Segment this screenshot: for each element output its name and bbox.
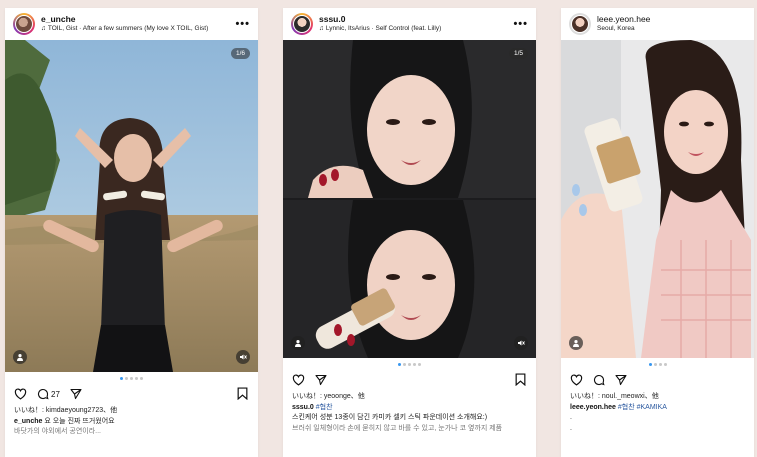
carousel-dot [130,376,133,380]
post-photo [5,40,258,372]
carousel-dot [403,362,406,366]
carousel-dot [648,362,652,366]
like-button[interactable] [292,374,305,386]
heart-icon [14,388,27,400]
action-bar [561,370,754,390]
caption-username[interactable]: sssu.0 [292,404,314,411]
username[interactable]: leee.yeon.hee [597,15,650,25]
post-photo [283,40,536,358]
carousel-dot [125,376,128,380]
like-button[interactable] [570,374,583,386]
carousel-dot [398,362,401,366]
post-header: e_unche ♫ TOIL, Gist · After a few summe… [5,8,258,40]
caption: いいね！: noul._meowxi、他 leee.yeon.hee #협찬 #… [561,390,754,434]
post-card-3: leee.yeon.hee Seoul, Korea いいね！: noul._m… [561,8,754,457]
carousel-dot [408,362,411,366]
carousel-dot [658,362,662,366]
username[interactable]: e_unche [41,15,208,25]
carousel-dot [663,362,667,366]
comment-button[interactable]: 27 [37,388,60,400]
mute-icon[interactable] [514,336,528,350]
comment-count: 27 [51,389,60,399]
carousel-dot [413,362,416,366]
save-button[interactable] [515,373,526,391]
music-note-icon: ♫ [41,25,46,33]
more-options-icon[interactable]: ••• [513,18,528,30]
bookmark-icon [515,373,526,387]
location[interactable]: Seoul, Korea [597,25,650,32]
save-button[interactable] [237,387,248,405]
carousel-dot [120,376,123,380]
action-bar [283,370,536,390]
comment-icon [37,388,49,400]
caption: いいね！: yeoonge、他 sssu.0 #협찬 스킨케어 성분 13종이 … [283,390,536,434]
caption-dot: . [570,424,572,432]
post-media[interactable]: 1/5 [283,40,536,358]
caption-username[interactable]: e_unche [14,418,42,425]
tagged-user-icon[interactable] [291,336,305,350]
carousel-dots [5,372,258,384]
liked-by[interactable]: いいね！: yeoonge、他 [292,392,527,403]
carousel-dots [561,358,754,370]
music-info[interactable]: Lynnic, ItsArius · Self Control (feat. L… [326,25,441,32]
carousel-dot [135,376,138,380]
bookmark-icon [237,387,248,401]
post-card-1: e_unche ♫ TOIL, Gist · After a few summe… [5,8,258,457]
music-info[interactable]: TOIL, Gist · After a few summers (My lov… [48,25,208,32]
send-icon [70,388,82,400]
liked-by[interactable]: いいね！: kimdaeyoung2723、他 [14,406,249,417]
carousel-dot [140,376,143,380]
like-button[interactable] [14,388,27,400]
caption: いいね！: kimdaeyoung2723、他 e_unche 요 오늘 진짜 … [5,404,258,438]
comment-icon [593,374,605,386]
tagged-user-icon[interactable] [13,350,27,364]
heart-icon [570,374,583,386]
post-media[interactable] [561,40,754,358]
music-note-icon: ♫ [319,25,324,33]
caption-username[interactable]: leee.yeon.hee [570,404,616,411]
carousel-dot [418,362,421,366]
caption-hashtags[interactable]: #협찬 #KAMIKA [618,404,667,411]
mute-icon[interactable] [236,350,250,364]
avatar[interactable] [569,13,591,35]
avatar[interactable] [291,13,313,35]
post-card-2: sssu.0 ♫ Lynnic, ItsArius · Self Control… [283,8,536,457]
post-photo [561,40,754,358]
caption-more: 바닷가의 야외에서 공연이라... [14,428,102,435]
caption-dot: . [570,414,572,421]
share-button[interactable] [70,388,82,400]
username[interactable]: sssu.0 [319,15,441,25]
tagged-user-icon[interactable] [569,336,583,350]
action-bar: 27 [5,384,258,404]
caption-text: 스킨케어 성분 13종이 담긴 카미카 셀키 스틱 파운데이션 소개해요:) [292,414,488,421]
comment-button[interactable] [593,374,605,386]
heart-icon [292,374,305,386]
post-header: leee.yeon.hee Seoul, Korea [561,8,754,40]
liked-by[interactable]: いいね！: noul._meowxi、他 [570,392,745,403]
post-media[interactable]: 1/6 [5,40,258,372]
carousel-dot [653,362,657,366]
slide-counter: 1/5 [508,48,528,59]
slide-counter: 1/6 [230,48,250,59]
share-button[interactable] [615,374,627,386]
caption-hashtag[interactable]: #협찬 [316,404,333,411]
avatar[interactable] [13,13,35,35]
more-options-icon[interactable]: ••• [235,18,250,30]
share-button[interactable] [315,374,327,386]
post-header: sssu.0 ♫ Lynnic, ItsArius · Self Control… [283,8,536,40]
caption-more: 브러쉬 일체형이라 손에 묻히지 않고 바를 수 있고, 눈가나 코 옆까지 제… [292,424,503,432]
carousel-dots [283,358,536,370]
caption-text: 요 오늘 진짜 뜨거웠어요 [44,417,115,425]
send-icon [315,374,327,386]
send-icon [615,374,627,386]
